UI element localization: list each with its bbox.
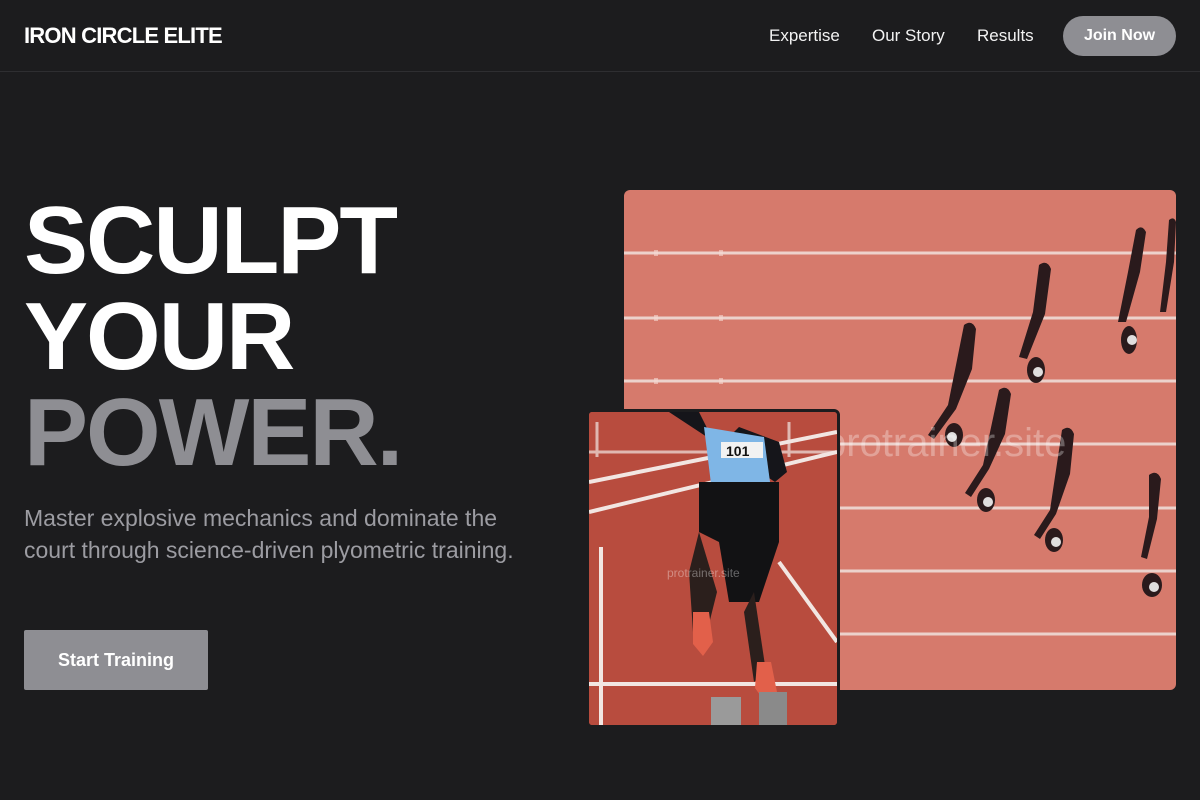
join-now-button[interactable]: Join Now	[1063, 16, 1176, 56]
bib-number: 101	[726, 443, 750, 459]
sprinter-illustration: 101 protrainer.site	[589, 412, 837, 725]
nav-link-our-story[interactable]: Our Story	[872, 25, 945, 47]
inset-watermark: protrainer.site	[667, 566, 740, 580]
nav-link-expertise[interactable]: Expertise	[769, 25, 840, 47]
start-training-button[interactable]: Start Training	[24, 630, 208, 690]
main-watermark: protrainer.site	[824, 421, 1066, 465]
headline-line-3: POWER.	[24, 379, 403, 486]
page: IRON CIRCLE ELITE Expertise Our Story Re…	[0, 0, 1200, 800]
brand-logo[interactable]: IRON CIRCLE ELITE	[24, 22, 223, 50]
hero-subtext: Master explosive mechanics and dominate …	[24, 505, 514, 563]
hero-headline: SCULPT YOUR POWER.	[24, 187, 403, 486]
sprinter-image: 101 protrainer.site	[586, 409, 840, 728]
headline-line-1: SCULPT	[24, 187, 398, 294]
site-header: IRON CIRCLE ELITE Expertise Our Story Re…	[0, 0, 1200, 72]
nav-link-results[interactable]: Results	[977, 25, 1034, 47]
headline-line-2: YOUR	[24, 283, 295, 390]
